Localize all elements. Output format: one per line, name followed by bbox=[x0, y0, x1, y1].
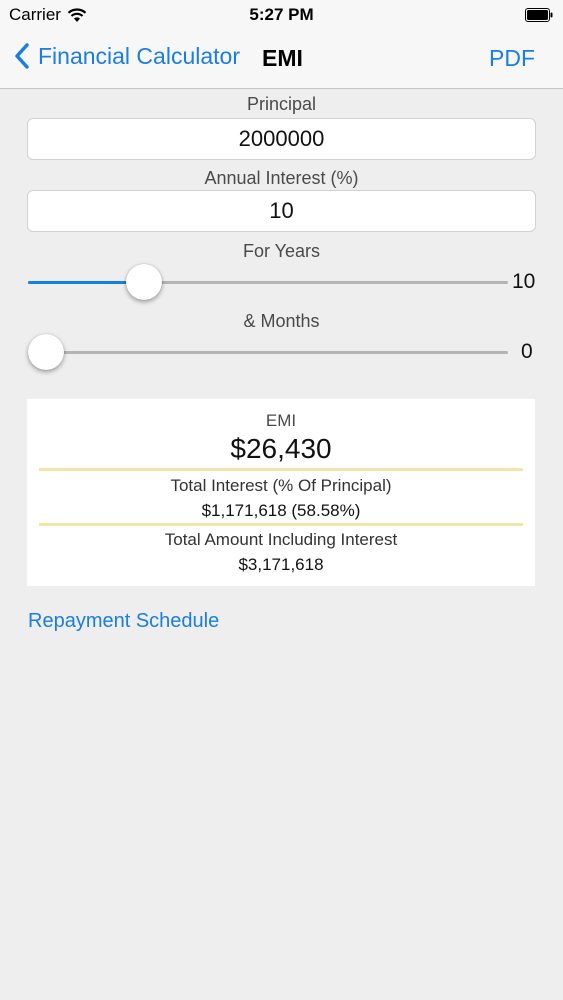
interest-label: Annual Interest (%) bbox=[204, 168, 359, 188]
result-card: EMI $26,430 Total Interest (% Of Princip… bbox=[27, 399, 535, 586]
principal-input[interactable]: 2000000 bbox=[27, 118, 536, 160]
total-amount-value: $3,171,618 bbox=[238, 555, 324, 574]
months-slider-thumb[interactable] bbox=[28, 334, 64, 370]
chevron-left-icon bbox=[15, 43, 29, 69]
months-label: & Months bbox=[243, 311, 320, 331]
interest-input[interactable]: 10 bbox=[27, 190, 536, 232]
total-interest-label: Total Interest (% Of Principal) bbox=[170, 476, 392, 495]
navigation-bar: Financial Calculator EMI PDF bbox=[0, 30, 563, 89]
total-amount-label: Total Amount Including Interest bbox=[164, 530, 398, 549]
page-title: EMI bbox=[262, 45, 303, 71]
divider bbox=[39, 523, 523, 526]
months-value: 0 bbox=[521, 340, 533, 363]
repayment-schedule-link[interactable]: Repayment Schedule bbox=[28, 610, 219, 633]
divider bbox=[39, 468, 523, 471]
principal-label: Principal bbox=[246, 94, 317, 114]
years-label: For Years bbox=[242, 241, 321, 261]
battery-icon bbox=[525, 8, 553, 22]
months-slider[interactable] bbox=[28, 351, 508, 354]
years-value: 10 bbox=[512, 270, 536, 293]
status-bar: Carrier 5:27 PM bbox=[0, 0, 563, 30]
years-slider[interactable] bbox=[28, 281, 508, 284]
back-button[interactable]: Financial Calculator bbox=[14, 42, 240, 70]
back-button-label: Financial Calculator bbox=[38, 42, 240, 69]
years-slider-thumb[interactable] bbox=[125, 264, 162, 300]
status-time: 5:27 PM bbox=[249, 5, 314, 24]
total-interest-value: $1,171,618 (58.58%) bbox=[201, 501, 361, 520]
emi-value: $26,430 bbox=[230, 433, 332, 464]
pdf-button[interactable]: PDF bbox=[489, 45, 535, 72]
emi-label: EMI bbox=[265, 411, 297, 430]
